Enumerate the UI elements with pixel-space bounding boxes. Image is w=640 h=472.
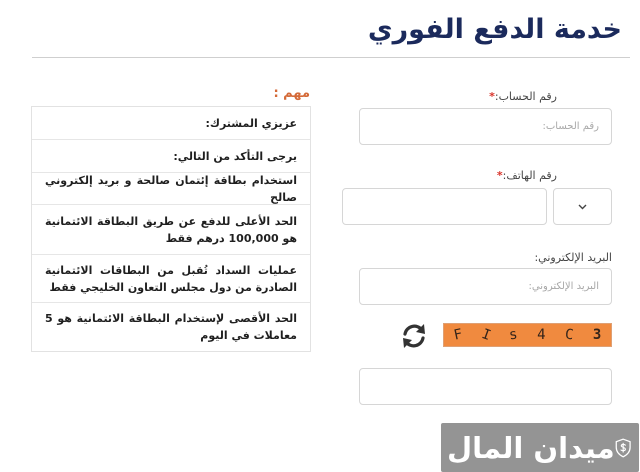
account-field[interactable] (359, 108, 612, 145)
captcha-char: 3 (592, 327, 602, 343)
notice-row: عزيزي المشترك: (32, 107, 310, 140)
account-label-text: رقم الحساب: (494, 90, 557, 103)
notice-row: الحد الأعلى للدفع عن طريق البطاقة الائتم… (32, 205, 310, 255)
captcha-field[interactable] (359, 368, 612, 405)
captcha-char: C (564, 326, 575, 344)
account-input[interactable] (360, 109, 611, 144)
notice-box: عزيزي المشترك: يرجى التأكد من التالي: اس… (31, 106, 311, 352)
title-divider (32, 57, 630, 58)
email-label: البريد الإلكتروني: (534, 251, 612, 264)
email-field[interactable] (359, 268, 612, 305)
chevron-down-icon (578, 204, 587, 209)
watermark-text: ميدان المال (447, 430, 615, 465)
captcha-image: F I s 4 C 3 (443, 323, 612, 347)
captcha-char: s (508, 326, 519, 344)
notice-row: الحد الأقصى لإستخدام البطاقة الائتمانية … (45, 312, 297, 342)
notice-row: عمليات السداد تُقبل من البطاقات الائتمان… (32, 255, 310, 303)
captcha-char: I (479, 326, 493, 344)
shield-money-icon (615, 438, 631, 458)
phone-label: رقم الهاتف:* (494, 169, 557, 182)
notice-title: مهم : (273, 86, 310, 101)
email-input[interactable] (360, 269, 611, 304)
page-title: خدمة الدفع الفوري (367, 14, 622, 45)
refresh-captcha-button[interactable] (396, 318, 432, 354)
account-label: رقم الحساب:* (486, 90, 557, 103)
captcha-input[interactable] (360, 369, 611, 404)
notice-row: يرجى التأكد من التالي: (32, 140, 310, 173)
refresh-icon (403, 324, 425, 348)
phone-input[interactable] (343, 189, 546, 224)
captcha-char: 4 (537, 327, 546, 343)
phone-field[interactable] (342, 188, 547, 225)
captcha-char: F (452, 326, 464, 344)
phone-label-text: رقم الهاتف: (502, 169, 557, 182)
country-code-select[interactable] (553, 188, 612, 225)
notice-row: استخدام بطاقة إئتمان صالحة و بريد إلكترو… (32, 173, 310, 205)
watermark: ميدان المال (441, 423, 639, 472)
